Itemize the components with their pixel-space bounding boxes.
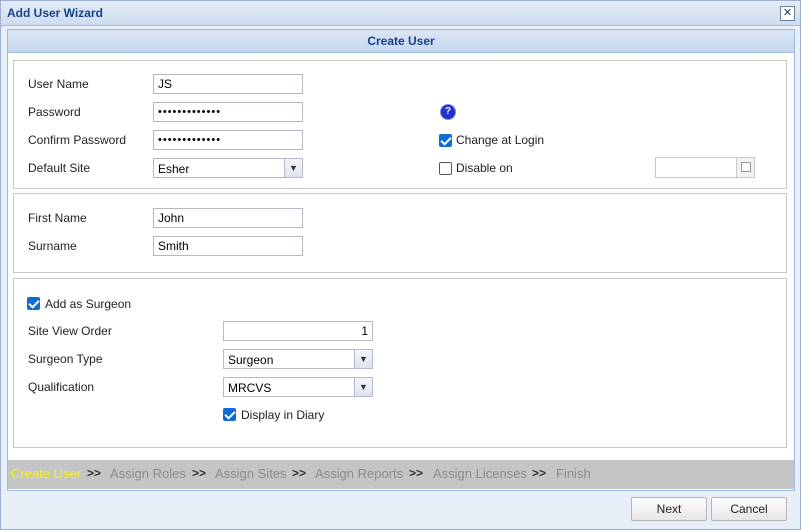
disable-on-label: Disable on [456, 161, 513, 175]
panel-title: Create User [8, 30, 794, 53]
default-site-value: Esher [158, 162, 190, 176]
add-as-surgeon-label: Add as Surgeon [45, 297, 132, 311]
step-assign-licenses: Assign Licenses [433, 466, 527, 481]
qualification-label: Qualification [28, 380, 95, 394]
calendar-icon[interactable] [736, 158, 754, 177]
first-name-input[interactable] [153, 208, 303, 228]
default-site-label: Default Site [28, 161, 91, 175]
title-bar: Add User Wizard ✕ [1, 1, 800, 26]
surgeon-section: Add as Surgeon Site View Order Surgeon T… [13, 278, 787, 448]
change-at-login-label: Change at Login [456, 133, 545, 147]
cancel-button[interactable]: Cancel [711, 497, 787, 521]
next-button[interactable]: Next [631, 497, 707, 521]
surgeon-type-value: Surgeon [228, 353, 274, 367]
add-user-wizard-window: Add User Wizard ✕ Create User User Name … [0, 0, 801, 530]
step-assign-sites: Assign Sites [215, 466, 287, 481]
step-create-user: Create User [11, 466, 82, 481]
display-in-diary-label: Display in Diary [241, 408, 325, 422]
username-input[interactable] [153, 74, 303, 94]
site-view-order-input[interactable] [223, 321, 373, 341]
add-as-surgeon-checkbox[interactable] [27, 297, 40, 310]
create-user-panel: Create User User Name Password Confirm P… [7, 29, 795, 491]
confirm-password-label: Confirm Password [28, 133, 127, 147]
chevron-down-icon[interactable]: ▼ [354, 350, 372, 368]
step-separator: >> [292, 466, 307, 480]
step-assign-roles: Assign Roles [110, 466, 186, 481]
name-section: First Name Surname [13, 193, 787, 273]
disable-on-date-field[interactable] [655, 157, 755, 178]
qualification-value: MRCVS [228, 381, 272, 395]
step-separator: >> [409, 466, 424, 480]
wizard-steps: Create User >> Assign Roles >> Assign Si… [8, 460, 794, 489]
default-site-select[interactable]: Esher ▼ [153, 158, 303, 178]
help-icon[interactable]: ? [441, 105, 455, 119]
username-label: User Name [28, 77, 89, 91]
confirm-password-input[interactable] [153, 130, 303, 150]
surname-label: Surname [28, 239, 77, 253]
step-separator: >> [87, 466, 102, 480]
step-assign-reports: Assign Reports [315, 466, 404, 481]
surgeon-type-select[interactable]: Surgeon ▼ [223, 349, 373, 369]
window-title: Add User Wizard [7, 6, 103, 20]
password-input[interactable] [153, 102, 303, 122]
qualification-select[interactable]: MRCVS ▼ [223, 377, 373, 397]
close-icon[interactable]: ✕ [780, 6, 795, 21]
chevron-down-icon[interactable]: ▼ [354, 378, 372, 396]
chevron-down-icon[interactable]: ▼ [284, 159, 302, 177]
step-separator: >> [192, 466, 207, 480]
disable-on-checkbox[interactable] [439, 162, 452, 175]
account-section: User Name Password Confirm Password Defa… [13, 60, 787, 189]
site-view-order-label: Site View Order [28, 324, 112, 338]
step-separator: >> [532, 466, 547, 480]
surgeon-type-label: Surgeon Type [28, 352, 103, 366]
first-name-label: First Name [28, 211, 87, 225]
display-in-diary-checkbox[interactable] [223, 408, 236, 421]
step-finish: Finish [556, 466, 591, 481]
surname-input[interactable] [153, 236, 303, 256]
change-at-login-checkbox[interactable] [439, 134, 452, 147]
password-label: Password [28, 105, 81, 119]
